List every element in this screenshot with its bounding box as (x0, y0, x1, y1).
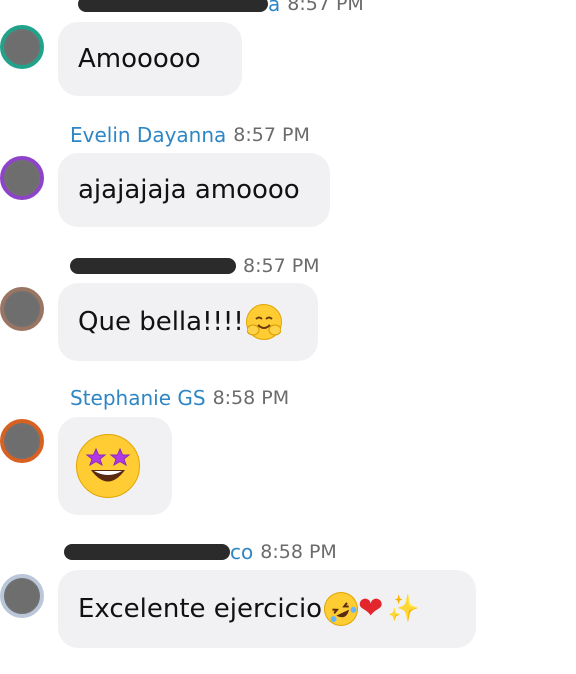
sparkles-icon: ✨ (387, 594, 420, 624)
message-text: ajajajaja amoooo (78, 175, 300, 205)
redacted-sender-name (70, 258, 236, 274)
message-text: Que bella!!!! (78, 307, 244, 337)
avatar[interactable] (0, 156, 44, 200)
red-heart-icon: ❤ (358, 591, 384, 626)
message-bubble[interactable]: Amooooo (58, 22, 242, 96)
avatar[interactable] (0, 574, 44, 618)
smiling-face-with-open-hands-icon (245, 304, 282, 340)
message-meta: 8:57 PM (70, 254, 320, 278)
rolling-on-the-floor-laughing-icon (318, 586, 364, 632)
message-bubble[interactable]: ajajajaja amoooo (58, 153, 330, 227)
avatar[interactable] (0, 287, 44, 331)
redacted-sender-name (64, 544, 230, 560)
message-time: 8:57 PM (243, 255, 320, 277)
message-bubble[interactable]: Excelente ejercicio ❤ ✨ (58, 570, 476, 648)
message-time: 8:58 PM (260, 541, 337, 563)
message-bubble[interactable]: Que bella!!!! (58, 283, 318, 361)
avatar[interactable] (0, 419, 44, 463)
message-time: 8:57 PM (233, 124, 310, 146)
message-meta: a 8:57 PM (70, 0, 364, 16)
message-text: Excelente ejercicio (78, 594, 323, 624)
sender-name[interactable]: Stephanie GS (70, 386, 206, 410)
message-meta: co 8:58 PM (64, 540, 337, 564)
sender-name[interactable]: Evelin Dayanna (70, 123, 226, 147)
message-meta: Stephanie GS 8:58 PM (70, 386, 289, 410)
redacted-sender-name (78, 0, 268, 12)
message-bubble[interactable] (58, 417, 172, 515)
message-text: Amooooo (78, 44, 201, 74)
avatar[interactable] (0, 25, 44, 69)
star-struck-icon (76, 434, 140, 498)
message-time: 8:58 PM (212, 387, 290, 409)
message-meta: Evelin Dayanna 8:57 PM (70, 123, 310, 147)
sender-name-fragment: co (230, 540, 254, 564)
message-time: 8:57 PM (287, 0, 364, 15)
sender-name-fragment: a (268, 0, 281, 16)
